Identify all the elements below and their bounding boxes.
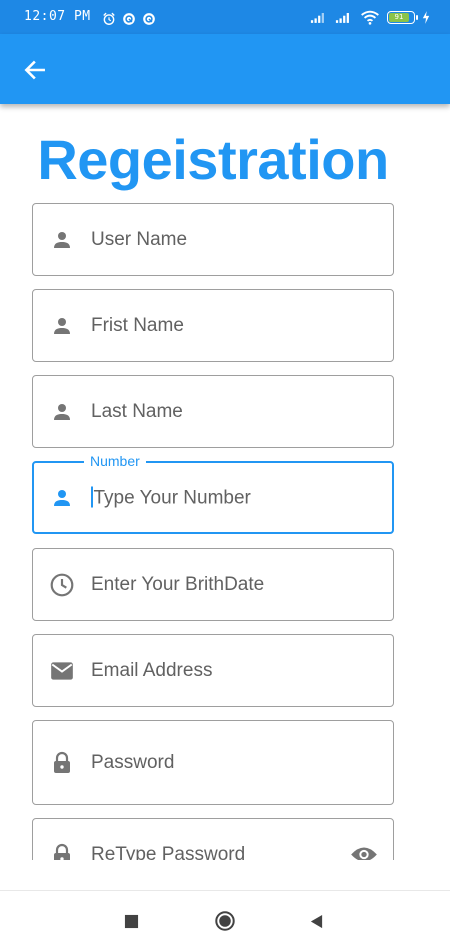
password-field[interactable]: Password <box>32 720 394 805</box>
eye-icon <box>351 847 377 860</box>
lock-icon <box>49 750 75 776</box>
password-input[interactable]: Password <box>91 752 174 774</box>
retype-password-input[interactable]: ReType Password <box>91 844 245 861</box>
circle-icon <box>215 911 235 931</box>
alarm-icon <box>103 12 115 25</box>
number-field[interactable]: Number Type Your Number <box>32 452 394 534</box>
person-icon <box>49 313 75 339</box>
person-icon <box>49 227 75 253</box>
registration-form-scroll[interactable]: Regeistration User Name Frist Name Last … <box>0 104 450 860</box>
arrow-left-icon <box>24 60 45 80</box>
retype-password-field[interactable]: ReType Password <box>32 818 394 860</box>
wifi-icon <box>361 10 379 25</box>
square-icon <box>124 914 138 928</box>
email-input[interactable]: Email Address <box>91 660 212 682</box>
birthdate-field[interactable]: Enter Your BrithDate <box>32 548 394 621</box>
page-title: Regeistration <box>37 128 389 191</box>
battery-level: 91 <box>389 13 409 22</box>
user-name-input[interactable]: User Name <box>91 229 187 251</box>
last-name-input[interactable]: Last Name <box>91 401 183 423</box>
number-input[interactable]: Type Your Number <box>94 487 251 508</box>
charging-bolt-icon <box>422 11 430 24</box>
triangle-back-icon <box>310 914 322 928</box>
person-icon <box>49 485 75 511</box>
status-system-icons: 91 <box>310 10 430 25</box>
status-notification-icons <box>102 12 156 26</box>
clock-icon <box>49 572 75 598</box>
last-name-field[interactable]: Last Name <box>32 375 394 448</box>
system-navigation-bar <box>0 890 450 951</box>
number-input-wrap[interactable]: Type Your Number <box>91 486 251 509</box>
back-nav-button[interactable] <box>305 910 327 932</box>
number-field-label: Number <box>84 452 146 470</box>
sync-app-icon-2 <box>143 13 155 25</box>
user-name-field[interactable]: User Name <box>32 203 394 276</box>
person-icon <box>49 399 75 425</box>
recents-button[interactable] <box>120 910 142 932</box>
status-bar: 12:07 PM 91 <box>0 0 450 34</box>
email-field[interactable]: Email Address <box>32 634 394 707</box>
app-bar <box>0 34 450 104</box>
back-button[interactable] <box>20 55 50 85</box>
first-name-input[interactable]: Frist Name <box>91 315 184 337</box>
battery-indicator: 91 <box>387 11 418 24</box>
status-time: 12:07 PM <box>24 9 91 24</box>
signal-icon <box>310 13 324 23</box>
signal-icon-2 <box>335 13 349 23</box>
home-button[interactable] <box>214 910 236 932</box>
birthdate-input[interactable]: Enter Your BrithDate <box>91 574 264 596</box>
sync-app-icon <box>123 13 135 25</box>
mail-icon <box>49 658 75 684</box>
first-name-field[interactable]: Frist Name <box>32 289 394 362</box>
lock-icon <box>49 842 75 860</box>
toggle-password-visibility-button[interactable] <box>349 842 379 860</box>
text-cursor <box>91 486 93 507</box>
